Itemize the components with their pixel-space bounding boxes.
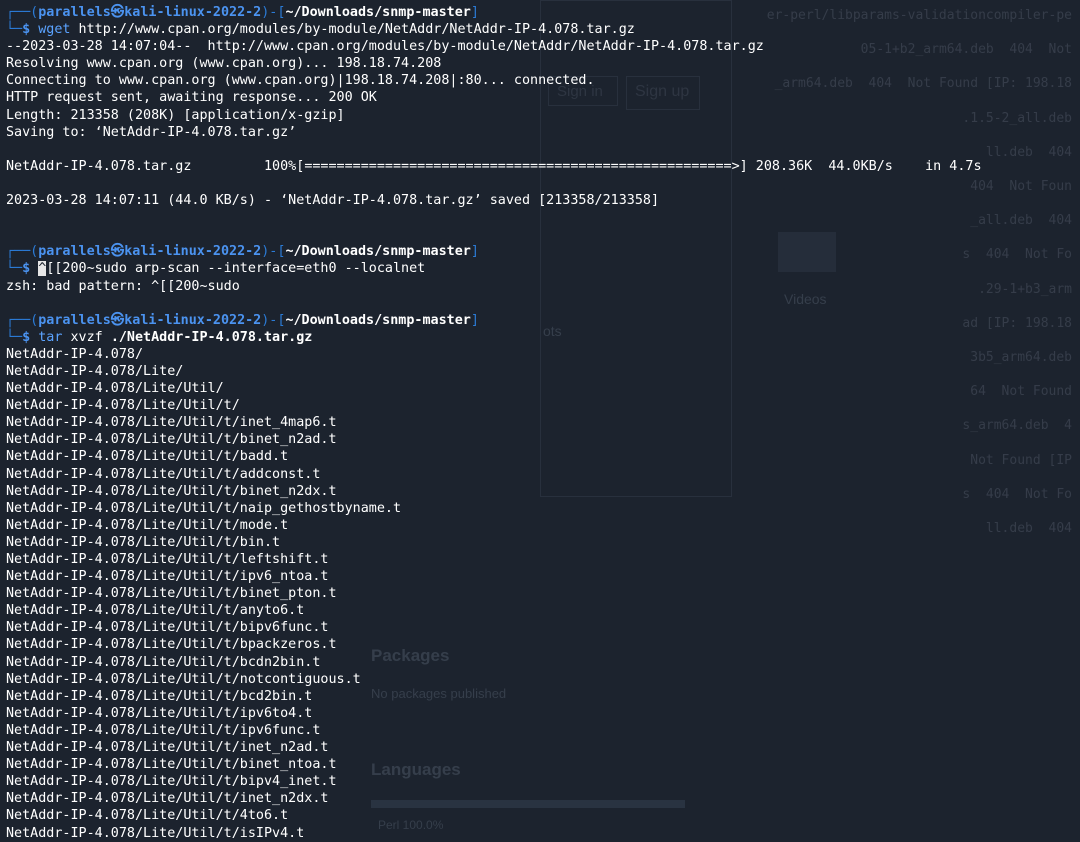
command-line: └─$ wget http://www.cpan.org/modules/by-… bbox=[6, 22, 635, 38]
output-line: --2023-03-28 14:07:04-- http://www.cpan.… bbox=[6, 39, 764, 55]
output-line: Connecting to www.cpan.org (www.cpan.org… bbox=[6, 73, 595, 89]
output-line: NetAddr-IP-4.078/Lite/Util/t/naip_gethos… bbox=[6, 500, 402, 516]
wget-output: --2023-03-28 14:07:04-- http://www.cpan.… bbox=[6, 38, 1080, 158]
output-line: NetAddr-IP-4.078/Lite/Util/t/addconst.t bbox=[6, 466, 321, 482]
prompt-header: ┌──(parallels㉿kali-linux-2022-2)-[~/Down… bbox=[6, 312, 479, 328]
output-line: Saving to: ‘NetAddr-IP-4.078.tar.gz’ bbox=[6, 124, 297, 140]
output-line: NetAddr-IP-4.078/Lite/Util/t/inet_4map6.… bbox=[6, 415, 337, 431]
output-line: NetAddr-IP-4.078/Lite/Util/t/bcdn2bin.t bbox=[6, 654, 321, 670]
tar-output: NetAddr-IP-4.078/NetAddr-IP-4.078/Lite/N… bbox=[6, 346, 1080, 842]
progress-stats: 208.36K 44.0KB/s in 4.7s bbox=[747, 158, 982, 174]
command-line: └─$ tar xvzf ./NetAddr-IP-4.078.tar.gz bbox=[6, 329, 313, 345]
progress-line: NetAddr-IP-4.078.tar.gz 100%[===========… bbox=[6, 158, 1080, 175]
output-line: NetAddr-IP-4.078/Lite/Util/t/bcd2bin.t bbox=[6, 688, 313, 704]
prompt-path: ~/Downloads/snmp-master bbox=[285, 5, 471, 20]
output-line: NetAddr-IP-4.078/Lite/Util/t/anyto6.t bbox=[6, 603, 305, 619]
output-line: NetAddr-IP-4.078/Lite/Util/ bbox=[6, 381, 224, 397]
output-line: NetAddr-IP-4.078/ bbox=[6, 346, 144, 362]
prompt-path: ~/Downloads/snmp-master bbox=[285, 244, 471, 260]
command-line: └─$ ^[[200~sudo arp-scan --interface=eth… bbox=[6, 261, 426, 277]
output-line: NetAddr-IP-4.078/Lite/Util/t/badd.t bbox=[6, 449, 289, 465]
command-args: http://www.cpan.org/modules/by-module/Ne… bbox=[70, 22, 635, 38]
error-line: zsh: bad pattern: ^[[200~sudo bbox=[6, 278, 240, 294]
output-line: Length: 213358 (208K) [application/x-gzi… bbox=[6, 107, 345, 123]
prompt-path: ~/Downloads/snmp-master bbox=[285, 312, 471, 328]
output-line: NetAddr-IP-4.078/Lite/Util/t/binet_n2dx.… bbox=[6, 483, 337, 499]
prompt-header: ┌──(parallels㉿kali-linux-2022-2)-[~/Down… bbox=[6, 244, 479, 260]
output-line: NetAddr-IP-4.078/Lite/Util/t/binet_pton.… bbox=[6, 586, 337, 602]
output-line: NetAddr-IP-4.078/Lite/Util/t/inet_n2dx.t bbox=[6, 791, 329, 807]
command-args: [[200~sudo arp-scan --interface=eth0 --l… bbox=[46, 261, 426, 277]
command-name: tar bbox=[38, 329, 63, 345]
output-line: NetAddr-IP-4.078/Lite/Util/t/inet_n2ad.t bbox=[6, 740, 329, 756]
prompt-user-host: parallels㉿kali-linux-2022-2 bbox=[38, 244, 262, 260]
output-line: NetAddr-IP-4.078/Lite/Util/t/binet_ntoa.… bbox=[6, 757, 337, 773]
output-line: NetAddr-IP-4.078/Lite/Util/t/binet_n2ad.… bbox=[6, 432, 337, 448]
command-archive-arg: ./NetAddr-IP-4.078.tar.gz bbox=[110, 329, 313, 345]
output-line: HTTP request sent, awaiting response... … bbox=[6, 90, 377, 106]
command-name: wget bbox=[38, 22, 71, 38]
output-line: NetAddr-IP-4.078/Lite/Util/t/mode.t bbox=[6, 517, 289, 533]
progress-percent: 100% bbox=[264, 158, 297, 174]
output-line: NetAddr-IP-4.078/Lite/Util/t/leftshift.t bbox=[6, 552, 329, 567]
output-line: NetAddr-IP-4.078/Lite/Util/t/isIPv4.t bbox=[6, 825, 305, 841]
output-line: NetAddr-IP-4.078/Lite/Util/t/ bbox=[6, 398, 240, 414]
prompt-user-host: parallels㉿kali-linux-2022-2 bbox=[38, 5, 262, 20]
progress-bar: [=======================================… bbox=[296, 158, 748, 174]
terminal-output[interactable]: ┌──(parallels㉿kali-linux-2022-2)-[~/Down… bbox=[6, 4, 1080, 841]
prompt-header: ┌──(parallels㉿kali-linux-2022-2)-[~/Down… bbox=[6, 5, 479, 20]
command-args: xvzf bbox=[62, 329, 111, 345]
output-line: NetAddr-IP-4.078/Lite/ bbox=[6, 363, 184, 379]
output-line: NetAddr-IP-4.078/Lite/Util/t/ipv6func.t bbox=[6, 722, 321, 738]
output-line: Resolving www.cpan.org (www.cpan.org)...… bbox=[6, 56, 442, 72]
output-line: NetAddr-IP-4.078/Lite/Util/t/ipv6_ntoa.t bbox=[6, 569, 329, 585]
output-line: NetAddr-IP-4.078/Lite/Util/t/4to6.t bbox=[6, 808, 289, 824]
output-line: NetAddr-IP-4.078/Lite/Util/t/bpackzeros.… bbox=[6, 637, 337, 653]
output-line: NetAddr-IP-4.078/Lite/Util/t/bipv6func.t bbox=[6, 620, 329, 636]
prompt-user-host: parallels㉿kali-linux-2022-2 bbox=[38, 312, 262, 328]
saved-line: 2023-03-28 14:07:11 (44.0 KB/s) - ‘NetAd… bbox=[6, 193, 660, 209]
progress-file: NetAddr-IP-4.078.tar.gz bbox=[6, 158, 192, 174]
output-line: NetAddr-IP-4.078/Lite/Util/t/bin.t bbox=[6, 534, 281, 550]
output-line: NetAddr-IP-4.078/Lite/Util/t/ipv6to4.t bbox=[6, 705, 313, 721]
output-line: NetAddr-IP-4.078/Lite/Util/t/bipv4_inet.… bbox=[6, 774, 337, 790]
output-line: NetAddr-IP-4.078/Lite/Util/t/notcontiguo… bbox=[6, 671, 361, 687]
